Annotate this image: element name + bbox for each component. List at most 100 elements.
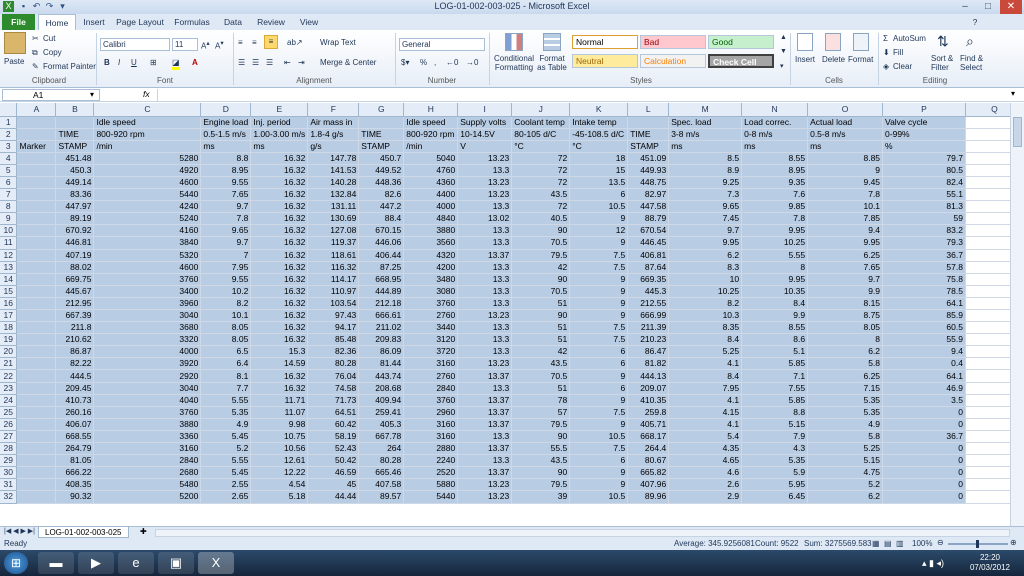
- cell[interactable]: 4920: [93, 164, 202, 177]
- cell[interactable]: 668.95: [358, 273, 405, 286]
- cell[interactable]: 446.81: [55, 236, 95, 250]
- cell[interactable]: 79.3: [882, 236, 966, 250]
- cell[interactable]: 406.44: [358, 249, 405, 262]
- cell[interactable]: 209.07: [627, 382, 670, 395]
- cell[interactable]: 70.5: [511, 369, 571, 383]
- cell[interactable]: 4.9: [807, 418, 884, 431]
- cell[interactable]: Intake temp: [569, 116, 629, 129]
- cell[interactable]: 90: [511, 224, 571, 238]
- row-header[interactable]: 31: [0, 478, 18, 492]
- tab-home[interactable]: Home: [38, 14, 76, 31]
- cell[interactable]: 4.1: [668, 357, 743, 371]
- cell[interactable]: Idle speed: [403, 116, 459, 129]
- decrease-decimal-icon[interactable]: →0: [466, 58, 478, 67]
- cell[interactable]: 89.96: [627, 490, 670, 504]
- cell[interactable]: 9: [807, 164, 884, 177]
- cell[interactable]: 8.1: [200, 369, 252, 383]
- row-header[interactable]: 27: [0, 430, 18, 444]
- cell[interactable]: 6: [569, 382, 629, 395]
- cell[interactable]: [16, 418, 57, 431]
- cell[interactable]: 7.95: [200, 261, 252, 274]
- cell[interactable]: 3880: [403, 224, 459, 238]
- cell[interactable]: [16, 164, 57, 177]
- cell[interactable]: 444.13: [627, 369, 670, 383]
- cell[interactable]: 10.5: [569, 430, 629, 444]
- cell[interactable]: 90: [511, 309, 571, 323]
- cell[interactable]: 13.37: [457, 394, 513, 407]
- cell[interactable]: 13.3: [457, 321, 513, 335]
- cell[interactable]: 55.9: [882, 333, 966, 347]
- cell[interactable]: 10.3: [668, 309, 743, 323]
- cell[interactable]: 116.32: [307, 261, 360, 274]
- clear-button[interactable]: Clear: [893, 62, 912, 71]
- cell[interactable]: 5.25: [668, 345, 743, 359]
- cell[interactable]: TIME: [627, 128, 670, 141]
- cell[interactable]: 13.37: [457, 249, 513, 262]
- namebox-dropdown-icon[interactable]: ▾: [90, 90, 94, 99]
- cell[interactable]: 406.07: [55, 418, 95, 431]
- cell[interactable]: 55.5: [511, 442, 571, 456]
- cell[interactable]: 10.25: [668, 285, 743, 298]
- row-header[interactable]: 26: [0, 418, 18, 431]
- cell[interactable]: 3160: [403, 357, 459, 371]
- cell[interactable]: 75.8: [882, 273, 966, 286]
- cell[interactable]: 13.3: [457, 345, 513, 359]
- cell[interactable]: 7.85: [807, 212, 884, 226]
- cell[interactable]: 0: [882, 490, 966, 504]
- cell[interactable]: 7.3: [668, 188, 743, 202]
- cell[interactable]: 5.35: [807, 394, 884, 407]
- cell[interactable]: 78.5: [882, 285, 966, 298]
- cell[interactable]: 13.5: [569, 176, 629, 190]
- cell[interactable]: ms: [250, 140, 309, 153]
- cell[interactable]: 7.5: [569, 442, 629, 456]
- cell[interactable]: 4040: [93, 394, 202, 407]
- cell[interactable]: 4.65: [668, 454, 743, 468]
- cut-icon[interactable]: ✂: [32, 34, 39, 43]
- cell[interactable]: [16, 297, 57, 311]
- cell[interactable]: 9.95: [741, 273, 809, 286]
- cell[interactable]: 13.23: [457, 357, 513, 371]
- cell[interactable]: 42: [511, 261, 571, 274]
- cell[interactable]: 2760: [403, 309, 459, 323]
- cell[interactable]: 264.4: [627, 442, 670, 456]
- cell[interactable]: 9: [569, 285, 629, 298]
- cell[interactable]: [16, 430, 57, 444]
- cell[interactable]: 410.35: [627, 394, 670, 407]
- cell[interactable]: 8.4: [668, 333, 743, 347]
- cell[interactable]: 51: [511, 297, 571, 311]
- italic-button[interactable]: I: [118, 58, 120, 67]
- cell[interactable]: 3440: [403, 321, 459, 335]
- cell[interactable]: 5.95: [741, 478, 809, 492]
- row-header[interactable]: 5: [0, 164, 18, 177]
- cell[interactable]: 669.75: [55, 273, 95, 286]
- shrink-font-icon[interactable]: A▾: [215, 39, 224, 51]
- cell[interactable]: 4200: [403, 261, 459, 274]
- cell[interactable]: 405.71: [627, 418, 670, 431]
- cell[interactable]: 127.08: [307, 224, 360, 238]
- cell[interactable]: 88.02: [55, 261, 95, 274]
- cell[interactable]: 7.5: [569, 261, 629, 274]
- cell[interactable]: 211.02: [358, 321, 405, 335]
- cell[interactable]: 8.8: [741, 406, 809, 419]
- cell[interactable]: [16, 478, 57, 492]
- cell[interactable]: 9: [569, 297, 629, 311]
- select-all-corner[interactable]: [0, 103, 18, 117]
- cell[interactable]: 71.73: [307, 394, 360, 407]
- cell[interactable]: STAMP: [627, 140, 670, 153]
- cell[interactable]: 55.1: [882, 188, 966, 202]
- cell[interactable]: 0: [882, 454, 966, 468]
- cell[interactable]: [16, 261, 57, 274]
- formula-input[interactable]: [157, 89, 1007, 101]
- cell[interactable]: 7.15: [807, 382, 884, 395]
- sheet-nav-icon[interactable]: |◀ ◀ ▶ ▶|: [4, 527, 35, 535]
- cell[interactable]: 13.3: [457, 454, 513, 468]
- cell[interactable]: 5.55: [200, 394, 252, 407]
- cell[interactable]: 670.92: [55, 224, 95, 238]
- cell[interactable]: 5.85: [741, 357, 809, 371]
- cell[interactable]: 8: [741, 261, 809, 274]
- font-name-select[interactable]: Calibri: [100, 38, 170, 51]
- cell[interactable]: 449.52: [358, 164, 405, 177]
- cell[interactable]: 11.07: [250, 406, 309, 419]
- cell[interactable]: 60.5: [882, 321, 966, 335]
- cell[interactable]: 13.23: [457, 188, 513, 202]
